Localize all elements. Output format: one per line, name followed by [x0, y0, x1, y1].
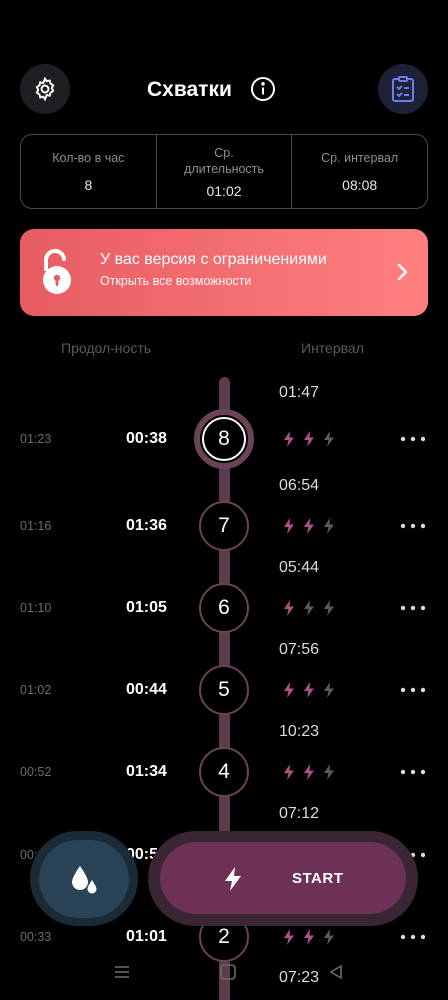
column-header-duration: Продол-ность: [61, 340, 152, 356]
stat-per-hour: Кол-во в час 8: [21, 135, 157, 208]
stat-label: Кол-во в час: [52, 151, 125, 165]
upgrade-banner[interactable]: У вас версия с ограничениями Открыть все…: [20, 229, 428, 316]
settings-button[interactable]: [20, 64, 70, 114]
stat-avg-interval: Ср. интервал 08:08: [292, 135, 427, 208]
row-number: 8: [202, 417, 246, 461]
lightning-icon: [324, 518, 334, 534]
row-start-time: 01:02: [20, 683, 52, 697]
home-icon[interactable]: [219, 963, 237, 981]
lightning-icon: [284, 764, 294, 780]
row-duration: 01:01: [126, 928, 167, 945]
interval-value: 05:44: [279, 559, 320, 576]
lightning-icon: [284, 682, 294, 698]
lightning-icon: [304, 600, 314, 616]
banner-subtitle: Открыть все возможности: [100, 274, 252, 288]
interval-value: 01:47: [279, 384, 320, 401]
gear-icon: [35, 76, 55, 102]
row-start-time: 01:16: [20, 519, 52, 533]
row-duration: 01:05: [126, 599, 167, 616]
stat-label: Ср. интервал: [321, 151, 399, 165]
intensity-rating[interactable]: [280, 430, 338, 448]
row-start-time: 00:52: [20, 765, 52, 779]
interval-value: 06:54: [279, 477, 320, 494]
more-icon[interactable]: [400, 686, 426, 694]
water-drops-icon: [72, 865, 97, 893]
more-icon[interactable]: [400, 768, 426, 776]
lightning-icon: [284, 431, 294, 447]
lightning-icon: [304, 929, 314, 945]
lightning-icon: [324, 600, 334, 616]
more-icon[interactable]: [400, 933, 426, 941]
intensity-rating[interactable]: [280, 681, 338, 699]
page-title: Схватки: [147, 78, 232, 101]
lightning-icon: [284, 929, 294, 945]
start-button[interactable]: START: [148, 831, 418, 926]
row-number-badge: 4: [199, 747, 249, 797]
more-icon[interactable]: [400, 522, 426, 530]
row-number-badge: 6: [199, 583, 249, 633]
lightning-icon: [324, 431, 334, 447]
column-header-interval: Интервал: [301, 340, 364, 356]
lightning-icon: [284, 518, 294, 534]
stat-value: 01:02: [206, 182, 242, 199]
row-number-badge: 5: [199, 665, 249, 715]
lightning-icon: [324, 764, 334, 780]
lightning-icon: [304, 764, 314, 780]
clipboard-list-icon: [392, 76, 414, 102]
water-break-button-inner: [39, 839, 129, 918]
stat-label: Ср. длительность: [184, 145, 264, 176]
intensity-rating[interactable]: [280, 517, 338, 535]
banner-title: У вас версия с ограничениями: [100, 251, 327, 268]
back-icon[interactable]: [327, 963, 345, 981]
water-break-button[interactable]: [30, 831, 138, 926]
row-number-badge: 7: [199, 501, 249, 551]
row-start-time: 00:33: [20, 930, 52, 944]
start-label: START: [292, 870, 344, 887]
more-icon[interactable]: [400, 435, 426, 443]
start-button-inner: START: [160, 842, 406, 914]
info-icon[interactable]: [250, 76, 276, 102]
stat-avg-duration: Ср. длительность 01:02: [157, 135, 293, 208]
interval-value: 07:23: [279, 969, 320, 986]
stat-value: 8: [84, 177, 93, 193]
row-duration: 01:36: [126, 517, 167, 534]
row-duration: 01:34: [126, 763, 167, 780]
lightning-icon: [304, 431, 314, 447]
chevron-right-icon: [397, 263, 408, 281]
intensity-rating[interactable]: [280, 763, 338, 781]
row-duration: 00:38: [126, 430, 167, 447]
stats-panel: Кол-во в час 8 Ср. длительность 01:02 Ср…: [20, 134, 428, 209]
row-number-badge: 8: [194, 409, 254, 469]
intensity-rating[interactable]: [280, 928, 338, 946]
lightning-icon: [324, 682, 334, 698]
interval-value: 07:56: [279, 641, 320, 658]
interval-value: 07:12: [279, 805, 320, 822]
lightning-icon: [304, 682, 314, 698]
lightning-icon: [324, 929, 334, 945]
report-button[interactable]: [378, 64, 428, 114]
lightning-icon: [304, 518, 314, 534]
more-icon[interactable]: [400, 604, 426, 612]
row-start-time: 01:23: [20, 432, 52, 446]
lightning-icon: [284, 600, 294, 616]
row-duration: 00:44: [126, 681, 167, 698]
recent-apps-icon[interactable]: [113, 963, 131, 981]
unlock-icon: [43, 249, 71, 294]
intensity-rating[interactable]: [280, 599, 338, 617]
interval-value: 10:23: [279, 723, 320, 740]
stat-value: 08:08: [342, 177, 378, 193]
lightning-icon: [225, 867, 241, 891]
row-start-time: 01:10: [20, 601, 52, 615]
